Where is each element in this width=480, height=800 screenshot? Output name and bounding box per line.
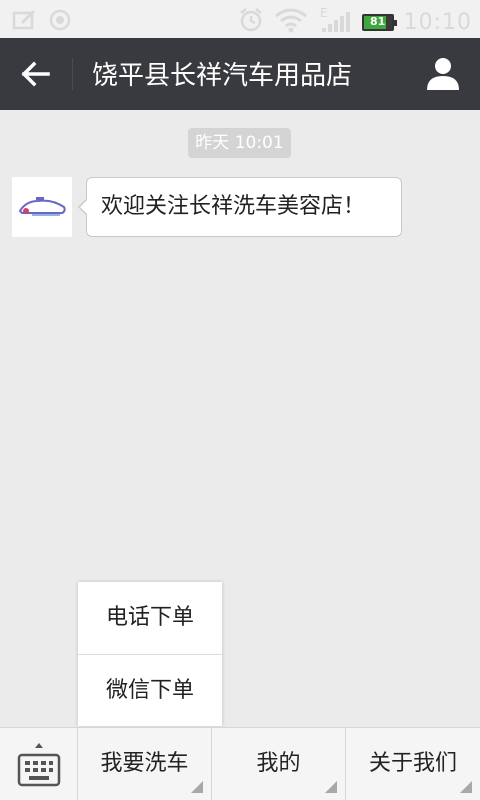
phone-order-item[interactable]: 电话下单	[78, 582, 222, 654]
wechat-order-item[interactable]: 微信下单	[78, 654, 222, 726]
cell-signal-icon: E	[318, 6, 352, 38]
clock: 10:10	[403, 9, 472, 35]
page-title: 饶平县长祥汽车用品店	[92, 61, 353, 91]
status-right-icons: E 81 10:10	[238, 6, 472, 38]
car-logo-icon	[12, 177, 72, 237]
keyboard-icon	[17, 743, 61, 787]
shop-avatar[interactable]	[12, 177, 72, 237]
alarm-icon	[238, 7, 264, 37]
title-bar: 饶平县长祥汽车用品店	[0, 38, 480, 110]
menu-wash-car[interactable]: 我要洗车	[78, 728, 212, 800]
menu-mine-label: 我的	[256, 751, 301, 776]
status-bar: E 81 10:10	[0, 0, 480, 38]
submenu-indicator-icon	[460, 781, 472, 793]
status-left-icons	[12, 8, 72, 36]
submenu-popup: 电话下单 微信下单	[78, 582, 222, 726]
submenu-indicator-icon	[325, 781, 337, 793]
menu-mine[interactable]: 我的	[212, 728, 346, 800]
title-divider	[72, 58, 73, 90]
menu-about-us-label: 关于我们	[368, 751, 457, 776]
message-bubble: 欢迎关注长祥洗车美容店！	[78, 177, 402, 237]
submenu-indicator-icon	[191, 781, 203, 793]
battery-icon: 81	[361, 13, 397, 31]
keyboard-toggle-button[interactable]	[0, 728, 78, 800]
chat-timestamp: 昨天 10:01	[188, 128, 291, 158]
profile-button[interactable]	[424, 54, 462, 94]
person-icon	[427, 58, 459, 90]
edit-notification-icon	[12, 9, 38, 35]
network-type-label: E	[320, 6, 328, 20]
target-notification-icon	[48, 8, 72, 36]
menu-about-us[interactable]: 关于我们	[346, 728, 480, 800]
bottom-menu-bar: 我要洗车 我的 关于我们	[0, 727, 480, 800]
wifi-icon	[274, 7, 308, 37]
menu-wash-car-label: 我要洗车	[100, 751, 189, 776]
back-button[interactable]	[18, 56, 56, 92]
back-arrow-icon	[21, 61, 50, 87]
battery-level: 81	[369, 14, 386, 28]
